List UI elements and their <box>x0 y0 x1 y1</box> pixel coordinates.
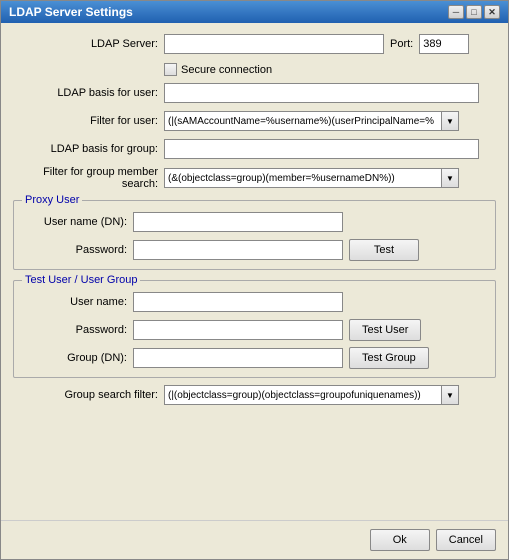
ldap-basis-group-row: LDAP basis for group: <box>13 138 496 160</box>
proxy-username-input[interactable] <box>133 212 343 232</box>
test-group-label: Group (DN): <box>22 352 127 364</box>
title-bar-buttons: ─ □ ✕ <box>448 5 500 19</box>
filter-group-label: Filter for group member search: <box>13 166 158 190</box>
filter-user-label: Filter for user: <box>13 115 158 127</box>
maximize-button[interactable]: □ <box>466 5 482 19</box>
filter-user-dropdown-btn[interactable]: ▼ <box>441 111 459 131</box>
filter-group-row: Filter for group member search: ▼ <box>13 166 496 190</box>
ldap-basis-group-label: LDAP basis for group: <box>13 143 158 155</box>
group-search-input[interactable] <box>164 385 441 405</box>
ldap-basis-group-input[interactable] <box>164 139 479 159</box>
minimize-button[interactable]: ─ <box>448 5 464 19</box>
group-search-combo: ▼ <box>164 385 459 405</box>
test-username-row: User name: <box>22 291 487 313</box>
title-bar: LDAP Server Settings ─ □ ✕ <box>1 1 508 23</box>
ldap-server-input[interactable] <box>164 34 384 54</box>
test-password-input[interactable] <box>133 320 343 340</box>
proxy-password-input[interactable] <box>133 240 343 260</box>
test-username-input[interactable] <box>133 292 343 312</box>
ldap-settings-window: LDAP Server Settings ─ □ ✕ LDAP Server: … <box>0 0 509 560</box>
filter-user-combo: ▼ <box>164 111 459 131</box>
cancel-button[interactable]: Cancel <box>436 529 496 551</box>
secure-connection-row: Secure connection <box>164 63 496 76</box>
test-user-group: Test User / User Group User name: Passwo… <box>13 280 496 378</box>
group-search-dropdown-btn[interactable]: ▼ <box>441 385 459 405</box>
proxy-password-row: Password: Test <box>22 239 487 261</box>
ok-button[interactable]: Ok <box>370 529 430 551</box>
filter-group-combo: ▼ <box>164 168 459 188</box>
test-user-title: Test User / User Group <box>22 274 140 286</box>
filter-group-dropdown-btn[interactable]: ▼ <box>441 168 459 188</box>
proxy-test-button[interactable]: Test <box>349 239 419 261</box>
filter-user-input[interactable] <box>164 111 441 131</box>
filter-group-input[interactable] <box>164 168 441 188</box>
port-input[interactable] <box>419 34 469 54</box>
close-button[interactable]: ✕ <box>484 5 500 19</box>
secure-connection-checkbox[interactable] <box>164 63 177 76</box>
test-password-label: Password: <box>22 324 127 336</box>
test-user-button[interactable]: Test User <box>349 319 421 341</box>
ldap-server-label: LDAP Server: <box>13 38 158 50</box>
ldap-basis-user-label: LDAP basis for user: <box>13 87 158 99</box>
proxy-username-row: User name (DN): <box>22 211 487 233</box>
filter-user-row: Filter for user: ▼ <box>13 110 496 132</box>
form-content: LDAP Server: Port: Secure connection LDA… <box>1 23 508 514</box>
proxy-password-label: Password: <box>22 244 127 256</box>
ldap-basis-user-row: LDAP basis for user: <box>13 82 496 104</box>
proxy-username-label: User name (DN): <box>22 216 127 228</box>
proxy-user-title: Proxy User <box>22 194 82 206</box>
secure-connection-label: Secure connection <box>181 64 272 76</box>
ldap-server-row: LDAP Server: Port: <box>13 33 496 55</box>
test-username-label: User name: <box>22 296 127 308</box>
port-label: Port: <box>390 38 413 50</box>
proxy-user-group: Proxy User User name (DN): Password: Tes… <box>13 200 496 270</box>
test-group-button[interactable]: Test Group <box>349 347 429 369</box>
bottom-bar: Ok Cancel <box>1 520 508 559</box>
test-group-row: Group (DN): Test Group <box>22 347 487 369</box>
window-title: LDAP Server Settings <box>9 5 133 19</box>
group-search-filter-row: Group search filter: ▼ <box>13 384 496 406</box>
test-password-row: Password: Test User <box>22 319 487 341</box>
group-search-filter-label: Group search filter: <box>13 389 158 401</box>
ldap-basis-user-input[interactable] <box>164 83 479 103</box>
test-user-content: User name: Password: Test User Group (DN… <box>22 291 487 369</box>
test-group-input[interactable] <box>133 348 343 368</box>
proxy-user-content: User name (DN): Password: Test <box>22 211 487 261</box>
